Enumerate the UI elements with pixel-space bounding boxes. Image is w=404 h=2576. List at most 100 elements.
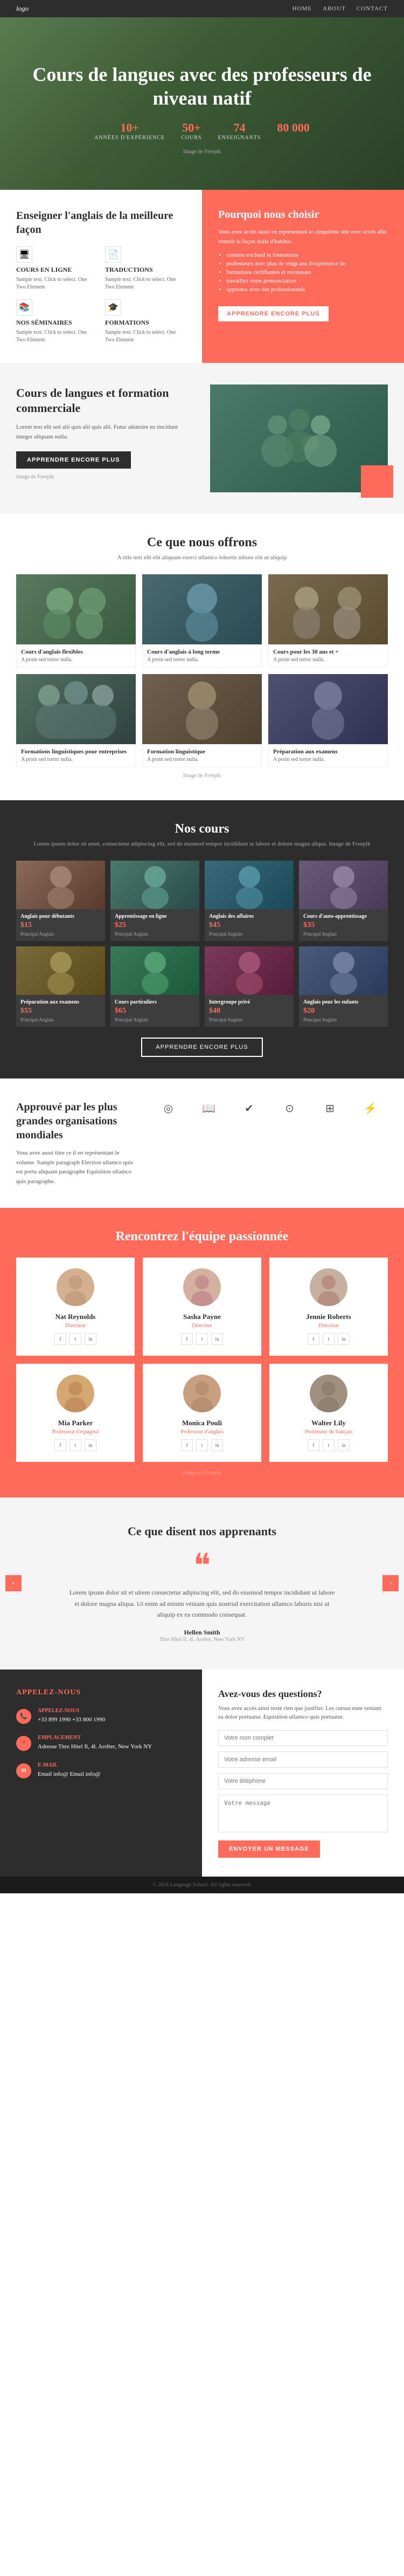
team-member-2: Jennie Roberts Directeur f t in <box>269 1258 388 1356</box>
member-3-facebook[interactable]: f <box>54 1439 66 1451</box>
testimonial-author: Hellen Smith <box>32 1629 372 1637</box>
offrons-card-3[interactable]: Formations linguistiques pour entreprise… <box>16 674 136 767</box>
offrons-card-3-desc: A proin sed tortor nulla. <box>21 757 131 763</box>
formation-text: Cours de langues et formation commercial… <box>16 386 194 491</box>
cours-learn-more-button[interactable]: APPRENDRE ENCORE PLUS <box>141 1038 262 1057</box>
cours-card-5-price: $65 <box>115 1007 195 1015</box>
member-1-social: f t in <box>151 1333 253 1345</box>
avatar-2-image <box>310 1268 347 1306</box>
contact-section: APPELEZ-NOUS 📞 APPELEZ-NOUS +33 899 1990… <box>0 1670 404 1877</box>
member-2-linkedin[interactable]: in <box>338 1333 350 1345</box>
member-5-avatar <box>310 1375 347 1412</box>
offrons-card-0[interactable]: Cours d'anglais flexibles A proin sed to… <box>16 574 136 668</box>
member-4-facebook[interactable]: f <box>181 1439 193 1451</box>
member-0-social: f t in <box>24 1333 127 1345</box>
teach-item-0-label: COURS EN LIGNE <box>16 266 97 274</box>
offrons-card-2-desc: A proin sed tortor nulla. <box>273 657 383 663</box>
cours-card-7-price: $20 <box>303 1007 384 1015</box>
cours-card-7[interactable]: Anglais pour les enfants $20 Principal A… <box>299 946 388 1027</box>
cours-card-4-teacher: Principal Anglais <box>20 1017 101 1022</box>
contact-form-desc: Vous avez accès ainsi texte rien que jus… <box>218 1704 388 1722</box>
cours-card-6[interactable]: Intergroupe privé $40 Principal Anglais <box>205 946 294 1027</box>
member-1-avatar <box>183 1268 221 1306</box>
why-list: contenu exclusif et formations professeu… <box>226 252 388 293</box>
member-5-twitter[interactable]: t <box>323 1439 335 1451</box>
offrons-card-1[interactable]: Cours d'anglais à long terme A proin sed… <box>142 574 262 668</box>
offrons-card-5[interactable]: Préparation aux examens A proin sed tort… <box>268 674 388 767</box>
offrons-card-2-title: Cours pour les 30 ans et + <box>273 649 383 655</box>
teach-item-translations: 📄 TRADUCTIONS Sample text. Click to sele… <box>105 246 186 291</box>
cours-card-2[interactable]: Anglais des affaires $45 Principal Angla… <box>205 861 294 941</box>
why-learn-more-button[interactable]: APPRENDRE ENCORE PLUS <box>218 306 329 321</box>
offrons-card-4-title: Formation linguistique <box>147 748 257 755</box>
member-1-facebook[interactable]: f <box>181 1333 193 1345</box>
team-member-5: Walter Lily Professeur de français f t i… <box>269 1364 388 1462</box>
contact-email-input[interactable] <box>218 1751 388 1768</box>
stat-students: 80 000 <box>277 121 310 141</box>
member-0-facebook[interactable]: f <box>54 1333 66 1345</box>
location-label: EMPLACEMENT <box>38 1735 152 1741</box>
logo: logo <box>16 4 29 13</box>
phone-value: +33 899 1990 +33 800 1990 <box>38 1715 105 1725</box>
email-icon: ✉ <box>16 1763 31 1778</box>
offrons-card-4[interactable]: Formation linguistique A proin sed torto… <box>142 674 262 767</box>
contact-submit-button[interactable]: ENVOYER UN MESSAGE <box>218 1840 320 1858</box>
member-1-twitter[interactable]: t <box>196 1333 208 1345</box>
formation-image <box>210 384 388 492</box>
cours-card-2-teacher: Principal Anglais <box>209 931 289 937</box>
cours-card-4[interactable]: Préparation aux examens $55 Principal An… <box>16 946 105 1027</box>
cours-card-0[interactable]: Anglais pour débutants $15 Principal Ang… <box>16 861 105 941</box>
offrons-card-4-desc: A proin sed tortor nulla. <box>147 757 257 763</box>
offrons-section: Ce que nous offrons A title text elit el… <box>0 514 404 800</box>
why-column: Pourquoi nous choisir Vous avez accès au… <box>202 190 404 363</box>
member-0-linkedin[interactable]: in <box>85 1333 96 1345</box>
cours-card-1-price: $25 <box>115 921 195 930</box>
hero-title: Cours de langues avec des professeurs de… <box>32 63 372 109</box>
card-2-image <box>269 574 387 644</box>
member-5-facebook[interactable]: f <box>308 1439 319 1451</box>
member-5-linkedin[interactable]: in <box>338 1439 350 1451</box>
cours-card-6-title: Intergroupe privé <box>209 999 289 1005</box>
offrons-card-2[interactable]: Cours pour les 30 ans et + A proin sed t… <box>268 574 388 668</box>
cours-7-image <box>301 946 387 995</box>
formation-image-label: Image de Freepik <box>16 473 194 482</box>
nav-contact[interactable]: CONTACT <box>357 5 388 12</box>
member-3-linkedin[interactable]: in <box>85 1439 96 1451</box>
nav-about[interactable]: ABOUT <box>323 5 346 12</box>
approved-title: Approuvé par les plus grandes organisati… <box>16 1100 135 1142</box>
member-5-social: f t in <box>277 1439 380 1451</box>
member-1-linkedin[interactable]: in <box>211 1333 223 1345</box>
member-4-twitter[interactable]: t <box>196 1439 208 1451</box>
cours-card-0-price: $15 <box>20 921 101 930</box>
member-3-twitter[interactable]: t <box>69 1439 81 1451</box>
offrons-card-1-title: Cours d'anglais à long terme <box>147 649 257 655</box>
cours-card-6-price: $40 <box>209 1007 289 1015</box>
email-label: E-MAIL <box>38 1762 101 1768</box>
member-2-facebook[interactable]: f <box>308 1333 319 1345</box>
cours-0-image <box>18 861 104 909</box>
member-4-linkedin[interactable]: in <box>211 1439 223 1451</box>
card-0-image <box>17 574 135 644</box>
offrons-card-5-desc: A proin sed tortor nulla. <box>273 757 383 763</box>
member-0-twitter[interactable]: t <box>69 1333 81 1345</box>
team-section: Rencontrez l'équipe passionnée Nat Reyno… <box>0 1208 404 1497</box>
member-2-twitter[interactable]: t <box>323 1333 335 1345</box>
contact-message-input[interactable] <box>218 1795 388 1832</box>
header: logo HOME ABOUT CONTACT <box>0 0 404 17</box>
member-3-social: f t in <box>24 1439 127 1451</box>
contact-email-item: ✉ E-MAIL Email info@ Email info@ <box>16 1762 186 1779</box>
teach-item-0-desc: Sample text. Click to select. One Two El… <box>16 276 97 291</box>
cours-card-2-title: Anglais des affaires <box>209 913 289 919</box>
prev-testimonial-arrow[interactable]: ‹ <box>5 1575 22 1591</box>
contact-phone-input[interactable] <box>218 1773 388 1789</box>
approved-desc: Vous avez aussi titre ce il en représent… <box>16 1149 135 1186</box>
nav-home[interactable]: HOME <box>292 5 312 12</box>
seminaires-icon: 📚 <box>16 299 32 315</box>
next-testimonial-arrow[interactable]: › <box>382 1575 399 1591</box>
cours-card-1[interactable]: Apprentissage en ligne $25 Principal Ang… <box>110 861 199 941</box>
contact-name-input[interactable] <box>218 1730 388 1746</box>
cours-card-3[interactable]: Cours d'auto-apprentissage $35 Principal… <box>299 861 388 941</box>
teach-item-1-desc: Sample text. Click to select. One Two El… <box>105 276 186 291</box>
cours-card-5[interactable]: Cours particuliers $65 Principal Anglais <box>110 946 199 1027</box>
formation-learn-more-button[interactable]: APPRENDRE ENCORE PLUS <box>16 451 131 469</box>
